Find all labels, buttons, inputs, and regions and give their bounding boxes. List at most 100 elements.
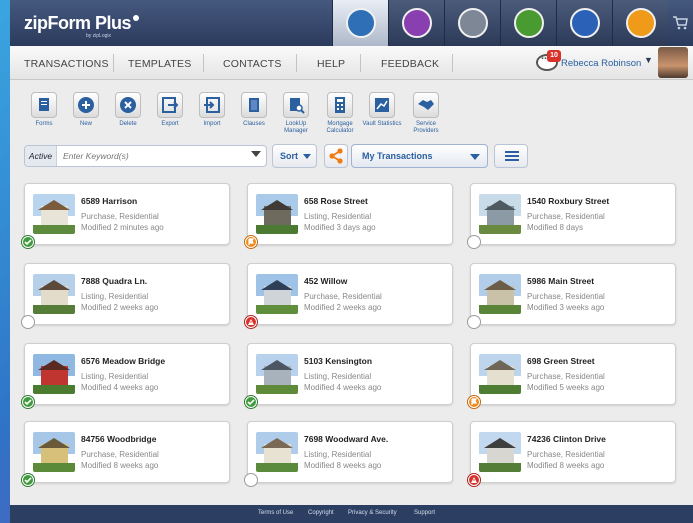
property-photo (33, 194, 75, 234)
footer-privacy-link[interactable]: Privacy & Security (348, 510, 397, 516)
toolbar-service-providers-button[interactable]: Service Providers (404, 92, 448, 135)
toolbar-clauses-button[interactable]: Clauses (232, 92, 276, 128)
status-green-icon (22, 236, 34, 248)
transaction-modified: Modified 3 weeks ago (527, 303, 605, 312)
transaction-type: Listing, Residential (81, 372, 149, 381)
avatar[interactable] (658, 47, 688, 78)
transaction-title[interactable]: 7888 Quadra Ln. (81, 276, 147, 286)
property-photo (33, 274, 75, 314)
toolbar-label: New (79, 121, 92, 127)
app-logo[interactable]: zipForm Plus (24, 13, 140, 34)
transaction-card[interactable]: 5986 Main Street Purchase, Residential Mod… (468, 263, 676, 328)
toolbar-label: Clauses (243, 121, 265, 127)
transaction-modified: Modified 4 weeks ago (81, 383, 159, 392)
transaction-card[interactable]: 698 Green Street Purchase, Residential Mod… (468, 343, 676, 408)
status-empty-icon (468, 236, 480, 248)
share-button[interactable] (324, 144, 348, 168)
transaction-card[interactable]: 658 Rose Street Listing, Residential Modif… (245, 183, 453, 248)
app-tile[interactable] (444, 0, 500, 46)
app-window: zipForm Plus by zipLogix TRANSACTIONS TE… (10, 0, 693, 523)
transaction-details: Listing, Residential Modified 4 weeks ago (304, 371, 381, 393)
nav-templates[interactable]: TEMPLATES (128, 58, 191, 70)
toolbar-label: Export (161, 121, 179, 127)
transaction-title[interactable]: 5986 Main Street (527, 276, 594, 286)
toolbar-new-button[interactable]: New (64, 92, 108, 128)
status-orange-icon (468, 396, 480, 408)
toolbar-export-button[interactable]: Export (148, 92, 192, 128)
share-icon (329, 148, 343, 164)
transaction-card[interactable]: 452 Willow Purchase, Residential Modified … (245, 263, 453, 328)
list-view-button[interactable] (494, 144, 528, 168)
user-name[interactable]: Rebecca Robinson (561, 58, 641, 69)
transaction-title[interactable]: 6576 Meadow Bridge (81, 356, 165, 366)
app-tile[interactable] (556, 0, 612, 46)
transaction-details: Purchase, Residential Modified 8 weeks ag… (81, 449, 159, 471)
search-input[interactable] (63, 149, 243, 163)
footer-copyright-link[interactable]: Copyright (308, 510, 334, 516)
transaction-title[interactable]: 698 Green Street (527, 356, 595, 366)
transaction-title[interactable]: 5103 Kensington (304, 356, 372, 366)
transaction-title[interactable]: 1540 Roxbury Street (527, 196, 609, 206)
search-dropdown-icon[interactable] (251, 151, 261, 157)
transaction-card[interactable]: 5103 Kensington Listing, Residential Modif… (245, 343, 453, 408)
status-green-icon (22, 396, 34, 408)
toolbar-label: Mortgage Calculator (326, 121, 354, 134)
app-tile[interactable] (388, 0, 444, 46)
cart-icon[interactable] (660, 0, 693, 46)
transaction-details: Purchase, Residential Modified 5 weeks ag… (527, 371, 605, 393)
transaction-title[interactable]: 658 Rose Street (304, 196, 368, 206)
toolbar-label: Import (203, 121, 221, 127)
nav-transactions[interactable]: TRANSACTIONS (24, 58, 109, 70)
chevron-down-icon (470, 154, 480, 160)
toolbar-mortgage-calculator-button[interactable]: Mortgage Calculator (318, 92, 362, 135)
property-photo (256, 274, 298, 314)
nav-help[interactable]: HELP (317, 58, 345, 70)
transaction-type: Purchase, Residential (527, 372, 605, 381)
user-menu-caret-icon[interactable]: ▼ (644, 55, 653, 65)
transaction-details: Purchase, Residential Modified 8 days (527, 211, 605, 233)
transaction-modified: Modified 8 weeks ago (304, 461, 382, 470)
toolbar-vault-statistics-button[interactable]: Vault Statistics (360, 92, 404, 128)
transaction-card[interactable]: 74236 Clinton Drive Purchase, Residential… (468, 421, 676, 486)
transaction-card[interactable]: 6589 Harrison Purchase, Residential Modifi… (22, 183, 230, 248)
nav-contacts[interactable]: CONTACTS (223, 58, 282, 70)
transaction-card[interactable]: 6576 Meadow Bridge Listing, Residential Mo… (22, 343, 230, 408)
transaction-card[interactable]: 1540 Roxbury Street Purchase, Residential… (468, 183, 676, 248)
transaction-card[interactable]: 7888 Quadra Ln. Listing, Residential Modif… (22, 263, 230, 328)
toolbar-label: Vault Statistics (362, 121, 402, 127)
transaction-modified: Modified 8 days (527, 223, 584, 232)
app-tile[interactable] (500, 0, 556, 46)
toolbar-delete-button[interactable]: Delete (106, 92, 150, 128)
transaction-card[interactable]: 84756 Woodbridge Purchase, Residential Mod… (22, 421, 230, 486)
footer-support-link[interactable]: Support (414, 510, 435, 516)
nav-feedback[interactable]: FEEDBACK (381, 58, 439, 70)
active-filter-tag[interactable]: Active (25, 146, 57, 166)
transaction-filter-select[interactable]: My Transactions (351, 144, 488, 168)
property-photo (479, 194, 521, 234)
status-empty-icon (22, 316, 34, 328)
app-tile[interactable] (332, 0, 388, 46)
transaction-modified: Modified 2 minutes ago (81, 223, 164, 232)
toolbar-lookup-manager-button[interactable]: LookUp Manager (274, 92, 318, 135)
handshake-icon (413, 92, 439, 118)
transaction-title[interactable]: 7698 Woodward Ave. (304, 434, 388, 444)
search-bar: Active (24, 145, 267, 167)
footer: Terms of Use Copyright Privacy & Securit… (10, 505, 693, 523)
transaction-type: Purchase, Residential (81, 450, 159, 459)
property-photo (33, 432, 75, 472)
transaction-title[interactable]: 6589 Harrison (81, 196, 137, 206)
footer-terms-link[interactable]: Terms of Use (258, 510, 293, 516)
export-icon (157, 92, 183, 118)
transaction-card[interactable]: 7698 Woodward Ave. Listing, Residential Mo… (245, 421, 453, 486)
toolbar-forms-button[interactable]: Forms (22, 92, 66, 128)
toolbar-import-button[interactable]: Import (190, 92, 234, 128)
import-icon (199, 92, 225, 118)
transaction-type: Purchase, Residential (527, 292, 605, 301)
sort-button[interactable]: Sort (272, 144, 317, 168)
transaction-type: Listing, Residential (304, 212, 372, 221)
transaction-title[interactable]: 84756 Woodbridge (81, 434, 156, 444)
nav-divider (360, 54, 361, 72)
transaction-title[interactable]: 452 Willow (304, 276, 347, 286)
transaction-details: Listing, Residential Modified 8 weeks ago (304, 449, 381, 471)
transaction-title[interactable]: 74236 Clinton Drive (527, 434, 606, 444)
